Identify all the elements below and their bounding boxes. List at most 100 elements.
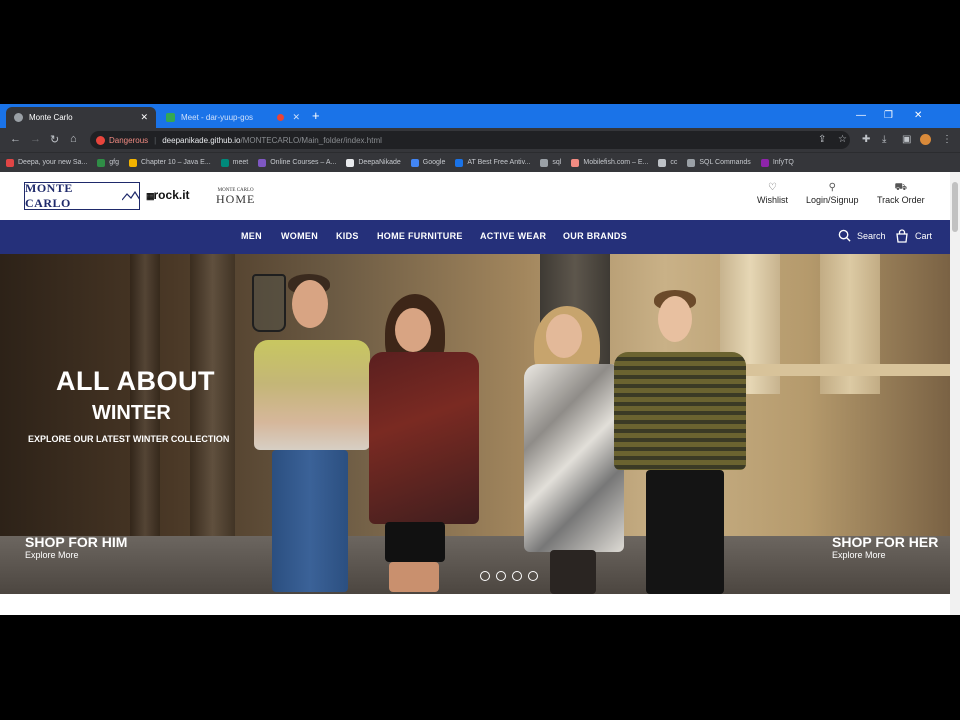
home-logo-big: HOME (216, 192, 256, 206)
cart-button[interactable]: Cart (895, 229, 932, 243)
bookmark-label: Google (422, 159, 446, 166)
bookmark-item[interactable]: Mobilefish.com – E... (571, 158, 649, 167)
carousel-dot[interactable] (480, 571, 490, 581)
bookmark-item[interactable]: Chapter 10 – Java E... (129, 158, 211, 167)
bookmark-star-icon[interactable]: ☆ (838, 134, 847, 145)
bookmark-favicon-icon (455, 158, 464, 167)
carousel-dot[interactable] (512, 571, 522, 581)
close-tab-icon[interactable]: ✕ (292, 112, 300, 123)
bookmark-favicon-icon (760, 158, 769, 167)
track-order-button[interactable]: ⛟ Track Order (877, 182, 925, 205)
tab-meet[interactable]: Meet - dar-yuup-gos ✕ (158, 107, 308, 128)
monte-carlo-home-logo[interactable]: MONTE CARLO HOME (216, 187, 256, 206)
shop-for-him-link[interactable]: SHOP FOR HIM Explore More (25, 534, 127, 560)
page-scrollbar[interactable] (950, 172, 960, 615)
rockit-logo[interactable]: ▦rock.it (146, 188, 190, 202)
close-tab-icon[interactable]: ✕ (140, 112, 148, 123)
download-icon[interactable]: ⤓ (882, 134, 886, 145)
shop-for-her-sub: Explore More (832, 550, 886, 560)
bookmark-favicon-icon (687, 158, 696, 167)
search-button[interactable]: Search (838, 229, 886, 242)
shop-for-him-sub: Explore More (25, 550, 79, 560)
security-label[interactable]: Dangerous (109, 136, 148, 145)
tab-monte-carlo[interactable]: Monte Carlo ✕ (6, 107, 156, 128)
bookmark-favicon-icon (346, 158, 355, 167)
tab-title: Monte Carlo (29, 113, 73, 122)
wishlist-button[interactable]: ♡ Wishlist (757, 182, 788, 205)
close-window-icon[interactable]: ✕ (914, 110, 922, 121)
wishlist-label: Wishlist (757, 195, 788, 205)
main-navigation: MEN WOMEN KIDS HOME FURNITURE ACTIVE WEA… (0, 220, 950, 254)
rockit-logo-text: rock.it (153, 188, 190, 202)
bookmark-item[interactable]: gfg (97, 158, 119, 167)
menu-kebab-icon[interactable]: ⋮ (942, 134, 952, 145)
sidepanel-icon[interactable]: ▣ (902, 134, 911, 145)
nav-kids[interactable]: KIDS (336, 231, 359, 241)
bookmark-item[interactable]: cc (658, 158, 677, 167)
hero-subtitle: WINTER (92, 402, 171, 424)
logo-text: MONTE CARLO (25, 181, 73, 210)
bookmark-label: AT Best Free Antiv... (467, 159, 531, 166)
reload-icon[interactable]: ↻ (50, 133, 59, 146)
forward-icon[interactable]: → (30, 133, 41, 145)
column-decoration (190, 254, 235, 544)
bookmarks-bar: Deepa, your new Sa... gfg Chapter 10 – Jav… (0, 152, 960, 172)
bookmark-item[interactable]: Online Courses – A... (258, 158, 337, 167)
nav-our-brands[interactable]: OUR BRANDS (563, 231, 627, 241)
nav-home-furniture[interactable]: HOME FURNITURE (377, 231, 463, 241)
bookmark-item[interactable]: SQL Commands (687, 158, 751, 167)
bookmark-item[interactable]: DeepaNikade (346, 158, 401, 167)
nav-men[interactable]: MEN (241, 231, 262, 241)
share-icon[interactable]: ⇪ (818, 134, 826, 145)
bookmark-favicon-icon (97, 158, 106, 167)
cart-bag-icon (896, 229, 908, 243)
hero-banner[interactable]: ALL ABOUT WINTER EXPLORE OUR LATEST WINT… (0, 254, 950, 594)
bookmark-label: sql (552, 159, 562, 166)
bookmark-favicon-icon (571, 158, 580, 167)
nav-women[interactable]: WOMEN (281, 231, 318, 241)
model-man-olive-sweater (612, 290, 748, 594)
bookmark-item[interactable]: sql (540, 158, 562, 167)
login-signup-button[interactable]: ⚲ Login/Signup (806, 182, 859, 205)
grid-icon: ▦ (146, 191, 154, 201)
bookmark-label: meet (232, 159, 249, 166)
url-input[interactable]: Dangerous | deepanikade.github.io /MONTE… (90, 131, 850, 149)
column-decoration (130, 254, 160, 544)
carousel-indicators (480, 571, 544, 581)
nav-active-wear[interactable]: ACTIVE WEAR (480, 231, 546, 241)
bookmark-label: InfyTQ (772, 159, 794, 166)
warning-icon (96, 135, 105, 145)
carousel-dot[interactable] (528, 571, 538, 581)
new-tab-button[interactable]: + (312, 109, 320, 123)
bookmark-label: Online Courses – A... (270, 159, 337, 166)
bookmark-item[interactable]: AT Best Free Antiv... (455, 158, 531, 167)
bookmark-label: Deepa, your new Sa... (18, 159, 88, 166)
bookmark-label: Mobilefish.com – E... (583, 159, 649, 166)
model-man-striped-sweater (250, 274, 370, 594)
address-toolbar: ← → ↻ ⌂ Dangerous | deepanikade.github.i… (0, 128, 960, 152)
restore-icon[interactable]: ❐ (884, 110, 893, 121)
scrollbar-thumb[interactable] (952, 182, 958, 232)
site-header: MONTE CARLO ▦rock.it MONTE CARLO HOME ♡ … (0, 172, 950, 220)
globe-icon (14, 113, 23, 122)
bookmark-favicon-icon (540, 158, 549, 167)
profile-avatar[interactable] (920, 134, 931, 145)
bookmark-favicon-icon (129, 158, 137, 167)
bookmark-item[interactable]: Deepa, your new Sa... (6, 158, 88, 167)
back-icon[interactable]: ← (10, 133, 21, 145)
shop-for-her-link[interactable]: SHOP FOR HER Explore More (832, 534, 938, 560)
bookmark-item[interactable]: Google (410, 158, 446, 167)
bookmark-label: gfg (109, 159, 119, 166)
monte-carlo-logo[interactable]: MONTE CARLO (24, 181, 140, 210)
bookmark-favicon-icon (410, 158, 419, 167)
bookmark-label: Chapter 10 – Java E... (141, 159, 211, 166)
extensions-icon[interactable]: ✚ (862, 134, 870, 145)
bookmark-item[interactable]: InfyTQ (760, 158, 794, 167)
user-icon: ⚲ (828, 182, 836, 193)
bookmark-label: DeepaNikade (358, 159, 401, 166)
bookmark-item[interactable]: meet (220, 158, 249, 167)
home-icon[interactable]: ⌂ (70, 133, 77, 145)
minimize-icon[interactable]: — (856, 110, 866, 121)
bookmark-favicon-icon (6, 158, 14, 167)
carousel-dot[interactable] (496, 571, 506, 581)
